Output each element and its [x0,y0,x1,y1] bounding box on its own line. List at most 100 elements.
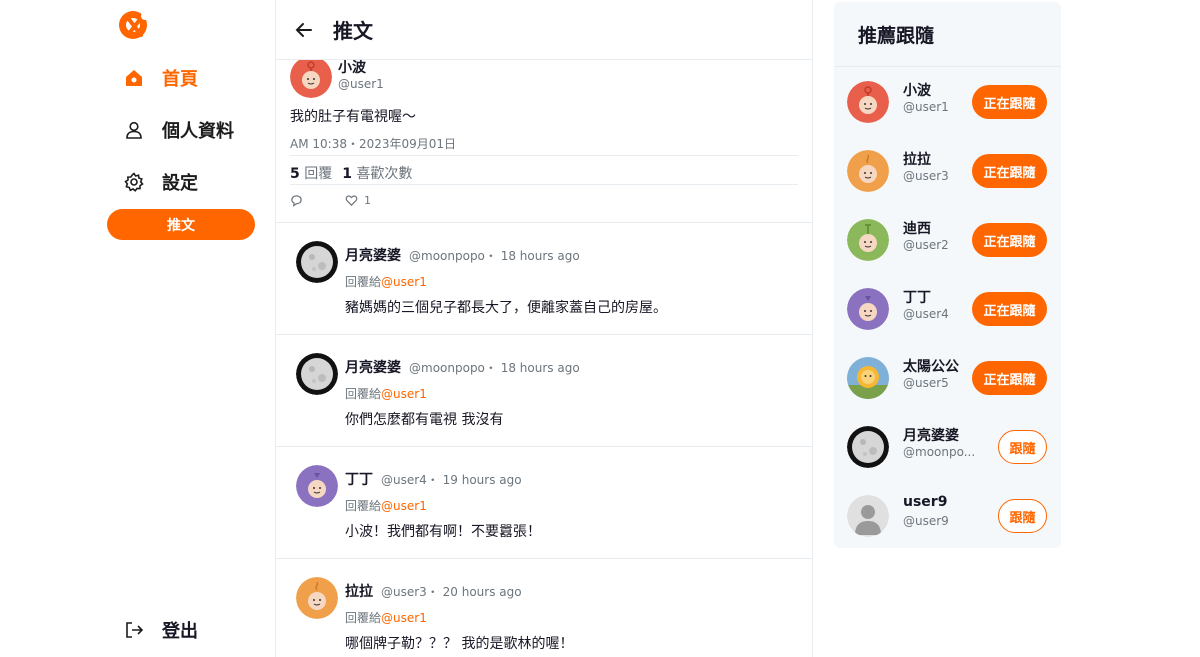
avatar[interactable] [847,219,889,261]
reply-meta: @moonpopo・ 18 hours ago [409,361,580,375]
mention-link[interactable]: @user1 [381,387,427,401]
suggested-user: 小波 @user1 正在跟隨 [834,67,1061,136]
suggested-user: 丁丁 @user4 正在跟隨 [834,274,1061,343]
likes-stat: 1 喜歡次數 [342,166,413,182]
reply-author-name[interactable]: 月亮婆婆 [345,357,401,377]
avatar[interactable] [847,357,889,399]
reply-header: 月亮婆婆 @moonpopo・ 18 hours ago [345,245,580,265]
like-count: 1 [364,194,371,207]
tweet-stats: 5 回覆 1 喜歡次數 [290,163,412,183]
main-column: 推文 小波 @user1 我的肚子有電視喔～ AM 10:38・2023年09月… [276,0,813,657]
user-handle: @user2 [903,238,949,252]
avatar[interactable] [847,150,889,192]
divider [290,155,798,156]
tweet-timestamp: AM 10:38・2023年09月01日 [290,137,457,151]
nav-item-home[interactable]: 首頁 [124,63,198,93]
following-button[interactable]: 正在跟隨 [972,85,1047,119]
following-button[interactable]: 正在跟隨 [972,361,1047,395]
following-button[interactable]: 正在跟隨 [972,223,1047,257]
tweet-detail: 小波 @user1 我的肚子有電視喔～ AM 10:38・2023年09月01日… [276,52,812,223]
avatar[interactable] [296,577,338,619]
nav-item-label: 個人資料 [162,121,234,142]
nav-item-label: 設定 [162,173,198,194]
user-handle: @user3 [903,169,949,183]
following-button[interactable]: 正在跟隨 [972,292,1047,326]
user-name[interactable]: 月亮婆婆 [903,425,959,445]
avatar[interactable] [296,465,338,507]
suggested-follows-panel: 推薦跟隨 小波 @user1 正在跟隨 拉拉 @user3 正在跟隨 迪西 @u… [834,2,1061,548]
reply-item[interactable]: 拉拉 @user3・ 20 hours ago 回覆給@user1 哪個牌子勒？… [276,559,812,657]
avatar[interactable] [847,288,889,330]
heart-icon [345,195,358,206]
logout-button[interactable]: 登出 [124,617,198,643]
page-title: 推文 [333,19,373,43]
suggested-user: 太陽公公 @user5 正在跟隨 [834,343,1061,412]
logout-icon [124,620,144,640]
reply-text: 哪個牌子勒？？？ 我的是歌林的喔！ [345,636,574,652]
left-nav: 首頁 個人資料 設定 推文 登出 [0,0,276,657]
mention-link[interactable]: @user1 [381,275,427,289]
user-handle: @user4 [903,307,949,321]
avatar[interactable] [296,241,338,283]
reply-meta: @user3・ 20 hours ago [381,585,522,599]
user-name[interactable]: 迪西 [903,218,931,238]
following-button[interactable]: 正在跟隨 [972,154,1047,188]
user-icon [124,120,144,140]
suggested-user: 迪西 @user2 正在跟隨 [834,205,1061,274]
author-handle: @user1 [338,77,384,91]
follow-button[interactable]: 跟隨 [998,499,1047,533]
nav-item-label: 首頁 [162,69,198,90]
avatar[interactable] [847,81,889,123]
user-name[interactable]: 小波 [903,80,931,100]
reply-item[interactable]: 丁丁 @user4・ 19 hours ago 回覆給@user1 小波！我們都… [276,447,812,559]
user-handle: @user5 [903,376,949,390]
user-handle: @user9 [903,514,949,528]
user-name[interactable]: 拉拉 [903,149,931,169]
reply-to: 回覆給@user1 [345,387,427,401]
reply-text: 小波！我們都有啊！不要囂張！ [345,524,541,540]
reply-author-name[interactable]: 丁丁 [345,469,373,489]
author-name[interactable]: 小波 [338,57,366,77]
logout-label: 登出 [162,621,198,642]
user-name[interactable]: 丁丁 [903,287,931,307]
divider [290,184,798,185]
reply-to: 回覆給@user1 [345,611,427,625]
reply-to: 回覆給@user1 [345,499,427,513]
avatar[interactable] [847,495,889,537]
nav-item-profile[interactable]: 個人資料 [124,115,234,145]
reply-author-name[interactable]: 拉拉 [345,581,373,601]
main-header: 推文 [276,0,812,60]
reply-to: 回覆給@user1 [345,275,427,289]
reply-header: 丁丁 @user4・ 19 hours ago [345,469,522,489]
follow-button[interactable]: 跟隨 [998,430,1047,464]
tweet-text: 我的肚子有電視喔～ [290,109,416,125]
tweet-button[interactable]: 推文 [107,209,255,240]
suggested-user: user9 @user9 跟隨 [834,481,1061,550]
reply-meta: @moonpopo・ 18 hours ago [409,249,580,263]
avatar[interactable] [290,56,332,98]
reply-author-name[interactable]: 月亮婆婆 [345,245,401,265]
replies-stat: 5 回覆 [290,166,333,182]
panel-title: 推薦跟隨 [858,25,935,47]
mention-link[interactable]: @user1 [381,499,427,513]
user-name[interactable]: user9 [903,494,947,510]
reply-header: 拉拉 @user3・ 20 hours ago [345,581,522,601]
avatar[interactable] [296,353,338,395]
reply-item[interactable]: 月亮婆婆 @moonpopo・ 18 hours ago 回覆給@user1 豬… [276,223,812,335]
mention-link[interactable]: @user1 [381,611,427,625]
reply-button[interactable] [290,194,303,207]
suggested-user: 月亮婆婆 @moonpo... 跟隨 [834,412,1061,481]
reply-item[interactable]: 月亮婆婆 @moonpopo・ 18 hours ago 回覆給@user1 你… [276,335,812,447]
logo-icon[interactable] [117,8,151,42]
reply-text: 豬媽媽的三個兒子都長大了，便離家蓋自己的房屋。 [345,300,667,316]
nav-item-settings[interactable]: 設定 [124,167,198,197]
user-name[interactable]: 太陽公公 [903,356,959,376]
user-handle: @moonpo... [903,445,976,459]
gear-icon [124,172,144,192]
suggested-user: 拉拉 @user3 正在跟隨 [834,136,1061,205]
like-button[interactable]: 1 [345,194,371,207]
comment-icon [291,195,302,207]
avatar[interactable] [847,426,889,468]
back-arrow-icon[interactable] [292,18,316,42]
home-icon [124,68,144,88]
